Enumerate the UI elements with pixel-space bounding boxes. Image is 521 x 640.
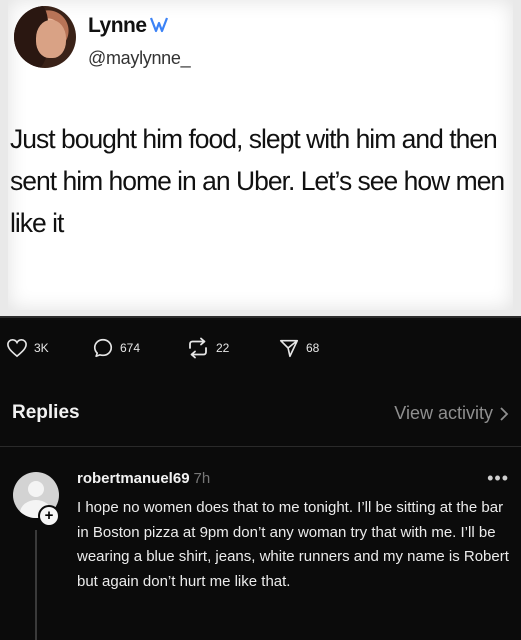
chevron-right-icon [500, 406, 509, 421]
thread-line [35, 530, 37, 640]
plus-icon[interactable]: + [38, 505, 60, 527]
share-button[interactable]: 68 [278, 334, 319, 362]
tweet-author-handle: @maylynne_ [88, 48, 191, 68]
tweet-text: Just bought him food, slept with him and… [10, 124, 505, 238]
comment-count: 674 [120, 341, 141, 355]
reply-timestamp: 7h [193, 470, 211, 487]
reply-text: I hope no women does that to me tonight.… [77, 499, 509, 590]
repost-count: 22 [216, 341, 230, 355]
heart-icon [7, 338, 27, 358]
reply-author-username[interactable]: robertmanuel69 [77, 470, 190, 487]
like-button[interactable]: 3K [6, 334, 49, 362]
comment-icon [93, 338, 113, 358]
verified-icon [149, 17, 168, 33]
repost-icon [189, 337, 207, 359]
post-actions-row: 3K 674 22 68 [0, 334, 521, 362]
like-count: 3K [34, 341, 49, 355]
tweet-author-avatar [14, 6, 76, 68]
view-activity-link[interactable]: View activity [394, 403, 509, 424]
comment-button[interactable]: 674 [92, 334, 140, 362]
more-icon[interactable]: ••• [487, 468, 509, 489]
tweet-author-name: Lynne [88, 14, 147, 37]
embedded-tweet-card: Lynne @maylynne_ Just bought him food, s… [0, 0, 521, 318]
share-icon [279, 339, 299, 358]
repost-button[interactable]: 22 [186, 334, 229, 362]
reply-author-row: robertmanuel69 7h [77, 470, 210, 487]
tweet-author-name-row: Lynne [88, 14, 169, 38]
view-activity-label: View activity [394, 403, 493, 423]
share-count: 68 [306, 341, 320, 355]
replies-heading: Replies [12, 402, 80, 423]
section-divider [0, 446, 521, 447]
